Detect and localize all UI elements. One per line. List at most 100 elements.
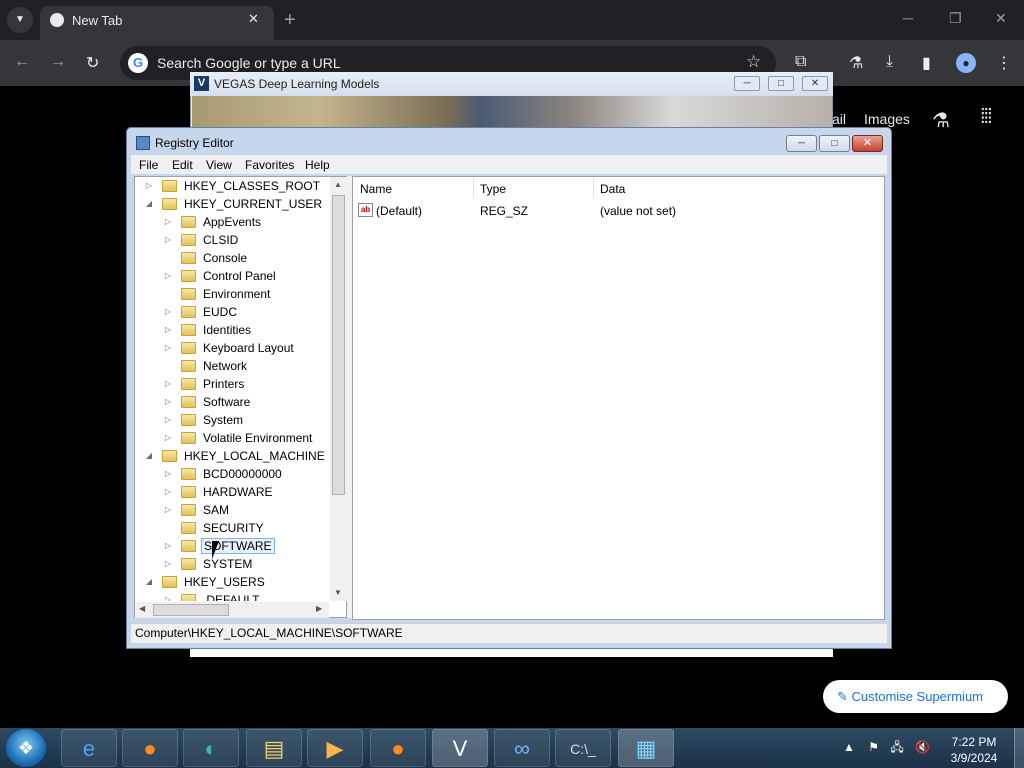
collapse-icon[interactable]: ◢ <box>144 447 154 465</box>
expand-icon[interactable]: ▷ <box>163 321 173 339</box>
internet-explorer-icon[interactable]: e <box>61 729 117 767</box>
tree-item[interactable]: ▷ Software <box>135 393 330 411</box>
column-divider[interactable] <box>593 178 594 198</box>
values-pane[interactable] <box>352 176 885 620</box>
tree-item[interactable]: ▷ Volatile Environment <box>135 429 330 447</box>
back-icon[interactable]: ← <box>14 53 30 71</box>
file-explorer-icon[interactable]: ▤ <box>246 729 302 767</box>
new-tab-button[interactable]: + <box>284 9 296 32</box>
firefox-icon[interactable]: ● <box>370 729 426 767</box>
tree-item[interactable]: Network <box>135 357 330 375</box>
system-tray[interactable]: ▲ ⚑ 🖧 🔇 <box>843 738 930 759</box>
registry-editor-icon[interactable]: ▦ <box>618 729 674 767</box>
vegas-minimize-icon[interactable]: ─ <box>734 76 760 91</box>
expand-icon[interactable]: ▷ <box>163 231 173 249</box>
regedit-minimize-icon[interactable]: ─ <box>786 135 817 152</box>
expand-icon[interactable]: ▷ <box>163 393 173 411</box>
menu-file[interactable]: File <box>139 158 158 172</box>
tree-item[interactable]: ◢ HKEY_LOCAL_MACHINE <box>135 447 330 465</box>
command-prompt-icon[interactable]: C:\_ <box>555 729 611 767</box>
expand-icon[interactable]: ▷ <box>163 375 173 393</box>
menu-view[interactable]: View <box>206 158 232 172</box>
tree-item[interactable]: SECURITY <box>135 519 330 537</box>
column-divider[interactable] <box>473 178 474 198</box>
tree-item[interactable]: ▷ SOFTWARE <box>135 537 330 555</box>
tree-item[interactable]: ▷ Identities <box>135 321 330 339</box>
tree-item[interactable]: ▷ Printers <box>135 375 330 393</box>
regedit-maximize-icon[interactable]: □ <box>819 135 850 152</box>
collapse-icon[interactable]: ◢ <box>144 573 154 591</box>
browser-close-icon[interactable]: ✕ <box>995 10 1007 27</box>
tree-item[interactable]: ▷ .DEFAULT <box>135 591 330 601</box>
value-name[interactable]: (Default) <box>376 204 422 218</box>
regedit-close-icon[interactable]: ✕ <box>852 135 883 152</box>
scroll-right-icon[interactable]: ▶ <box>316 604 322 613</box>
extension-icon[interactable]: ⧉ <box>795 53 806 71</box>
tree-item[interactable]: Environment <box>135 285 330 303</box>
tree-item[interactable]: ▷ Control Panel <box>135 267 330 285</box>
menu-edit[interactable]: Edit <box>172 158 193 172</box>
tree-item[interactable]: ▷ SYSTEM <box>135 555 330 573</box>
tree-item[interactable]: ▷ Keyboard Layout <box>135 339 330 357</box>
browser-minimize-icon[interactable]: ─ <box>903 10 913 26</box>
scroll-down-icon[interactable]: ▼ <box>334 588 342 597</box>
customise-button[interactable]: ✎ Customise Supermium <box>823 680 1008 713</box>
reload-icon[interactable]: ↻ <box>86 53 99 73</box>
column-header-data[interactable]: Data <box>600 182 625 196</box>
start-button[interactable]: ❖ <box>6 729 46 767</box>
expand-icon[interactable]: ▷ <box>163 483 173 501</box>
infinity-app-icon[interactable]: ∞ <box>494 729 550 767</box>
show-hidden-icons-icon[interactable]: ▲ <box>843 740 855 754</box>
vegas-close-icon[interactable]: ✕ <box>802 76 828 91</box>
tree-item[interactable]: ◢ HKEY_CURRENT_USER <box>135 195 330 213</box>
forward-icon[interactable]: → <box>50 53 66 71</box>
search-labs-icon[interactable]: ⚗ <box>932 108 950 133</box>
expand-icon[interactable]: ▷ <box>163 411 173 429</box>
action-center-flag-icon[interactable]: ⚑ <box>868 740 879 754</box>
scroll-up-icon[interactable]: ▲ <box>334 180 342 189</box>
expand-icon[interactable]: ▷ <box>163 465 173 483</box>
firefox-icon[interactable]: ● <box>122 729 178 767</box>
labs-icon[interactable]: ⚗ <box>849 53 863 73</box>
value-type[interactable]: REG_SZ <box>480 204 528 218</box>
profile-icon[interactable]: ● <box>956 53 976 73</box>
tab-close-icon[interactable]: ✕ <box>248 11 259 27</box>
expand-icon[interactable]: ▷ <box>163 591 173 601</box>
tree-item[interactable]: ▷ SAM <box>135 501 330 519</box>
browser-restore-icon[interactable]: ❐ <box>949 10 962 27</box>
download-icon[interactable]: ⤓ <box>886 53 893 71</box>
supermium-icon[interactable]: ◐ <box>183 729 239 767</box>
expand-icon[interactable]: ▷ <box>163 213 173 231</box>
tree-vertical-scroll-thumb[interactable] <box>332 195 345 495</box>
tree-item[interactable]: ▷ HKEY_CLASSES_ROOT <box>135 177 330 195</box>
expand-icon[interactable]: ▷ <box>163 267 173 285</box>
expand-icon[interactable]: ▷ <box>163 429 173 447</box>
tree-item[interactable]: ▷ System <box>135 411 330 429</box>
menu-help[interactable]: Help <box>305 158 330 172</box>
tab-search-button[interactable]: ▼ <box>7 7 33 33</box>
tree-item[interactable]: ▷ BCD00000000 <box>135 465 330 483</box>
gmail-link[interactable]: ail <box>832 111 846 127</box>
value-data[interactable]: (value not set) <box>600 204 676 218</box>
volume-muted-icon[interactable]: 🔇 <box>915 740 930 754</box>
omnibox-placeholder[interactable]: Search Google or type a URL <box>157 55 341 71</box>
scroll-left-icon[interactable]: ◀ <box>139 604 145 613</box>
tree-item[interactable]: ▷ AppEvents <box>135 213 330 231</box>
tree-item[interactable]: ▷ HARDWARE <box>135 483 330 501</box>
network-icon[interactable]: 🖧 <box>890 740 903 754</box>
expand-icon[interactable]: ▷ <box>163 303 173 321</box>
tree-item[interactable]: ◢ HKEY_USERS <box>135 573 330 591</box>
vegas-maximize-icon[interactable]: □ <box>768 76 794 91</box>
expand-icon[interactable]: ▷ <box>163 555 173 573</box>
tree-horizontal-scroll-thumb[interactable] <box>153 604 229 616</box>
expand-icon[interactable]: ▷ <box>163 501 173 519</box>
images-link[interactable]: Images <box>864 111 910 127</box>
clock[interactable]: 7:22 PM 3/9/2024 <box>946 734 1002 766</box>
column-header-type[interactable]: Type <box>480 182 506 196</box>
tree-item[interactable]: ▷ CLSID <box>135 231 330 249</box>
bookmark-star-icon[interactable]: ☆ <box>746 52 761 72</box>
expand-icon[interactable]: ▷ <box>163 339 173 357</box>
side-panel-icon[interactable]: ▮ <box>922 53 931 73</box>
google-apps-icon[interactable]: ⁞⁞⁞ <box>980 106 993 129</box>
column-header-name[interactable]: Name <box>360 182 392 196</box>
